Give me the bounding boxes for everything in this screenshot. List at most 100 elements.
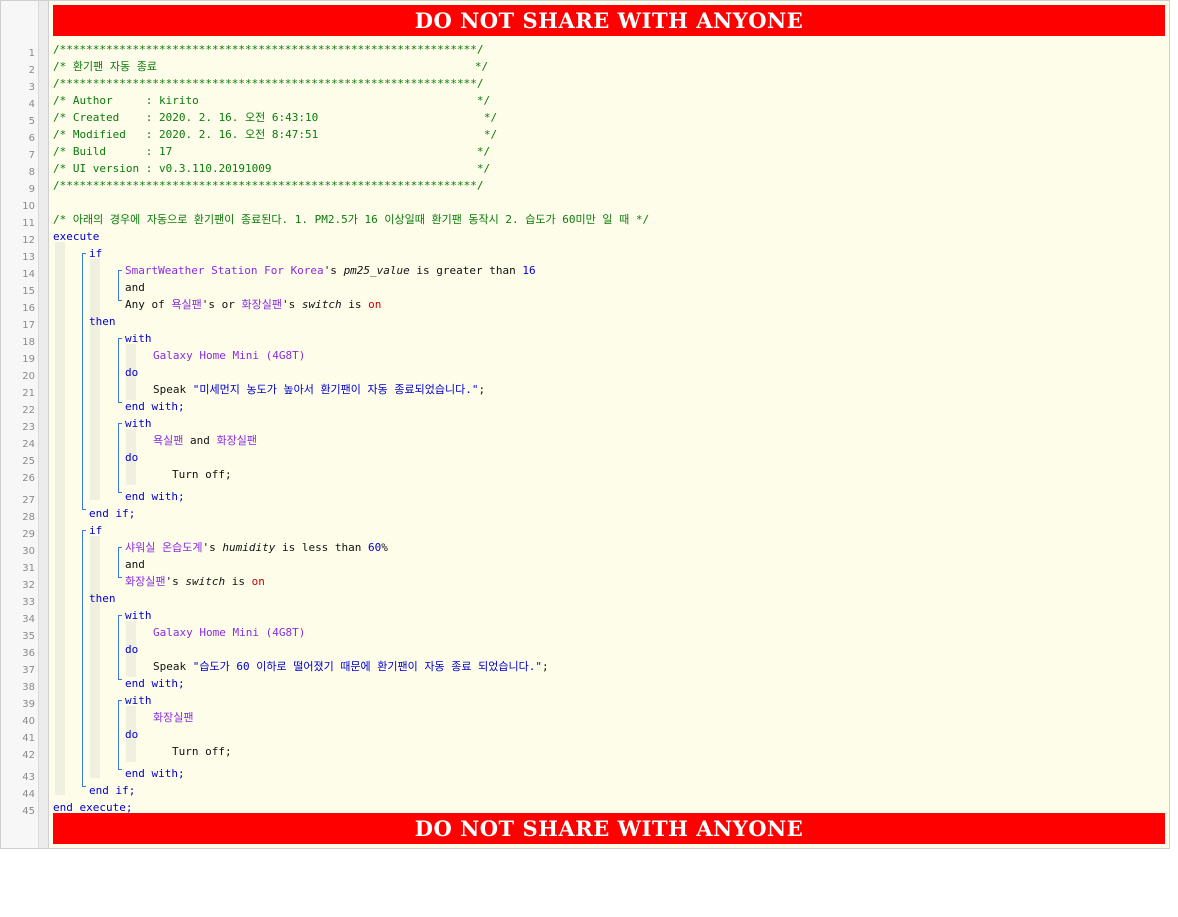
block-bracket xyxy=(118,615,119,679)
line-number: 35 xyxy=(22,631,35,642)
line-number: 37 xyxy=(22,665,35,676)
code-line: Galaxy Home Mini (4G8T) xyxy=(153,624,305,641)
warning-banner-top: DO NOT SHARE WITH ANYONE xyxy=(53,5,1165,36)
line-number: 2 xyxy=(28,65,35,76)
line-number: 25 xyxy=(22,456,35,467)
device-token: 샤워실 온습도계 xyxy=(125,541,203,554)
keyword-token: if xyxy=(89,524,103,537)
line-number: 10 xyxy=(22,201,35,212)
block-bracket xyxy=(82,253,83,509)
text-token: 's xyxy=(281,298,302,311)
code-line: 화장실팬 xyxy=(153,709,193,726)
line-number: 32 xyxy=(22,580,35,591)
device-token: Galaxy Home Mini (4G8T) xyxy=(153,349,306,362)
line-number: 12 xyxy=(22,235,35,246)
line-number: 18 xyxy=(22,337,35,348)
code-line: /***************************************… xyxy=(53,41,483,58)
text-token: is xyxy=(225,575,252,588)
line-number: 13 xyxy=(22,252,35,263)
code-line: if xyxy=(89,245,102,262)
bracket-tick xyxy=(118,615,122,616)
keyword-token: do xyxy=(125,643,139,656)
text-token: Speak xyxy=(153,383,193,396)
text-token: % xyxy=(381,541,388,554)
bracket-tick xyxy=(82,253,86,254)
code-line: end with; xyxy=(125,765,185,782)
block-bracket xyxy=(118,700,119,769)
bracket-tick xyxy=(118,492,122,493)
line-number: 9 xyxy=(28,184,35,195)
bracket-tick xyxy=(118,547,122,548)
bracket-tick xyxy=(118,769,122,770)
code-line: Turn off; xyxy=(172,743,232,760)
line-number: 6 xyxy=(28,133,35,144)
bracket-tick xyxy=(118,402,122,403)
bracket-tick xyxy=(118,700,122,701)
code-line: then xyxy=(89,590,116,607)
attribute-token: switch xyxy=(301,298,342,311)
code-line: if xyxy=(89,522,102,539)
text-token: ; xyxy=(478,383,486,396)
code-line: 샤워실 온습도계's humidity is less than 60% xyxy=(125,539,388,556)
indent-guide xyxy=(90,259,100,500)
keyword-token: then xyxy=(89,315,116,328)
line-number: 19 xyxy=(22,354,35,365)
bracket-tick xyxy=(118,270,122,271)
code-line: Speak "미세먼지 농도가 높아서 환기팬이 자동 종료되었습니다."; xyxy=(153,381,485,398)
code-line: do xyxy=(125,641,138,658)
code-line: end with; xyxy=(125,488,185,505)
code-line: /* 아래의 경우에 자동으로 환기팬이 종료된다. 1. PM2.5가 16 … xyxy=(53,211,649,228)
code-line: with xyxy=(125,607,152,624)
code-line: end if; xyxy=(89,782,135,799)
bracket-tick xyxy=(118,679,122,680)
attribute-token: pm25_value xyxy=(343,264,410,277)
code-line: /* Author : kirito */ xyxy=(53,92,490,109)
comment-token: /* Created : 2020. 2. 16. 오전 6:43:10 */ xyxy=(53,111,498,124)
code-line: with xyxy=(125,415,152,432)
line-number: 39 xyxy=(22,699,35,710)
code-line: SmartWeather Station For Korea's pm25_va… xyxy=(125,262,536,279)
keyword-token: end if; xyxy=(89,507,136,520)
number-token: 16 xyxy=(522,264,536,277)
line-number: 1 xyxy=(28,48,35,59)
code-line: do xyxy=(125,449,138,466)
code-line: execute xyxy=(53,228,99,245)
block-bracket xyxy=(118,423,119,492)
line-number: 14 xyxy=(22,269,35,280)
line-number: 4 xyxy=(28,99,35,110)
comment-token: /* UI version : v0.3.110.20191009 */ xyxy=(53,162,491,175)
keyword-token: end with; xyxy=(125,400,185,413)
line-number: 21 xyxy=(22,388,35,399)
comment-token: /***************************************… xyxy=(53,77,484,90)
device-token: 화장실팬 xyxy=(125,575,166,588)
line-number: 41 xyxy=(22,733,35,744)
line-number: 42 xyxy=(22,750,35,761)
bracket-tick xyxy=(118,577,122,578)
string-token: "습도가 60 이하로 떨어졌기 때문에 환기팬이 자동 종료 되었습니다." xyxy=(192,660,542,673)
bracket-tick xyxy=(118,338,122,339)
attribute-token: humidity xyxy=(222,541,276,554)
line-number: 43 xyxy=(22,772,35,783)
line-number: 38 xyxy=(22,682,35,693)
line-number: 3 xyxy=(28,82,35,93)
line-number: 33 xyxy=(22,597,35,608)
line-number: 44 xyxy=(22,789,35,800)
code-line: /***************************************… xyxy=(53,75,483,92)
code-line: /* Build : 17 */ xyxy=(53,143,490,160)
bracket-tick xyxy=(82,786,86,787)
bracket-tick xyxy=(118,423,122,424)
warning-banner-bottom: DO NOT SHARE WITH ANYONE xyxy=(53,813,1165,844)
indent-guide xyxy=(90,536,100,778)
keyword-token: with xyxy=(125,694,152,707)
device-token: 화장실팬 xyxy=(216,434,257,447)
keyword-token: with xyxy=(125,417,152,430)
text-token: is xyxy=(341,298,369,311)
state-token: on xyxy=(251,575,265,588)
code-line: with xyxy=(125,330,152,347)
text-token: 's xyxy=(165,575,186,588)
fold-gutter xyxy=(39,1,49,848)
keyword-token: execute xyxy=(53,230,100,243)
code-line: /* 환기팬 자동 종료 */ xyxy=(53,58,488,75)
attribute-token: switch xyxy=(185,575,226,588)
string-token: "미세먼지 농도가 높아서 환기팬이 자동 종료되었습니다." xyxy=(192,383,479,396)
